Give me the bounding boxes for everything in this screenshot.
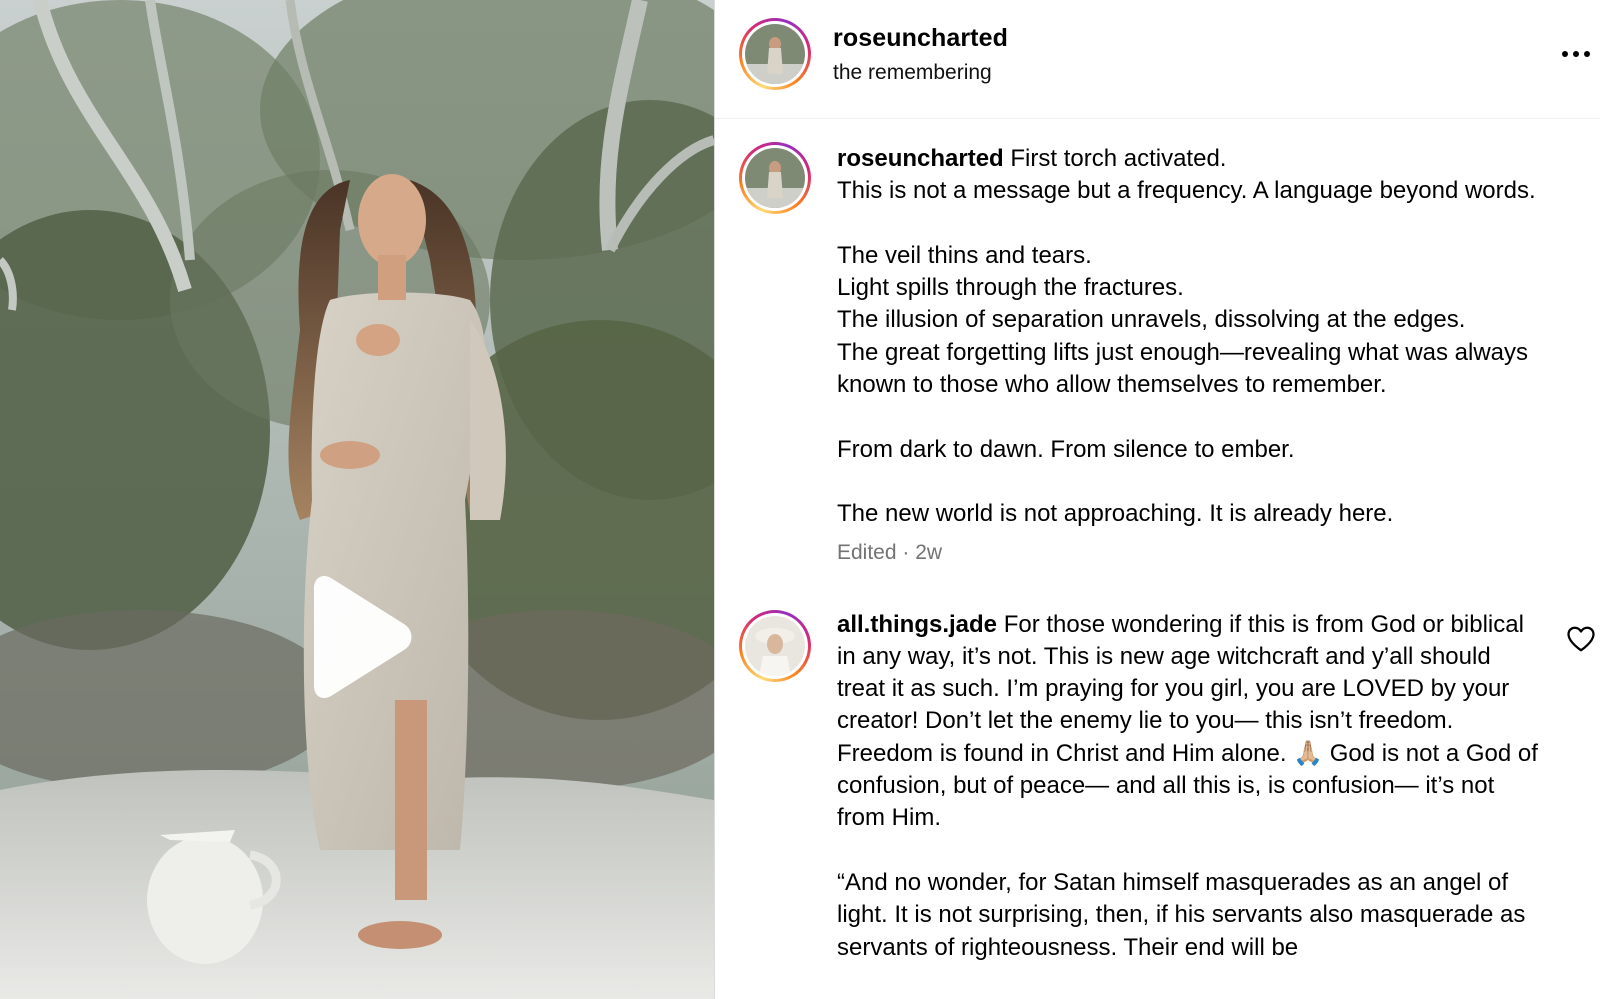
caption: roseuncharted First torch activated. Thi… [715,119,1600,565]
author-avatar[interactable] [739,18,811,90]
comment-text: all.things.jade For those wondering if t… [837,609,1540,964]
comments-thread: roseuncharted First torch activated. Thi… [715,119,1600,964]
play-button[interactable] [300,574,420,700]
post-details-panel: roseuncharted the remembering roseunchar… [714,0,1600,999]
author-username[interactable]: roseuncharted [833,24,1008,53]
caption-text: roseuncharted First torch activated. Thi… [837,143,1540,531]
post-header: roseuncharted the remembering [715,0,1600,119]
caption-meta: Edited · 2w [837,540,943,564]
comment: all.things.jade For those wondering if t… [715,565,1600,964]
commenter-avatar[interactable] [739,609,811,682]
comment-username[interactable]: all.things.jade [837,611,997,638]
heart-icon[interactable] [1566,625,1596,653]
caption-username[interactable]: roseuncharted [837,145,1004,172]
comment-body: For those wondering if this is from God … [837,610,1538,961]
caption-author-avatar[interactable] [739,142,811,214]
video-frame [0,0,714,999]
audio-title[interactable]: the remembering [833,61,992,85]
post-viewer: roseuncharted the remembering roseunchar… [0,0,1600,999]
caption-body: First torch activated. This is not a mes… [837,145,1536,528]
video-player[interactable] [0,0,714,999]
play-icon [314,576,412,698]
more-options-icon[interactable] [1556,36,1596,72]
